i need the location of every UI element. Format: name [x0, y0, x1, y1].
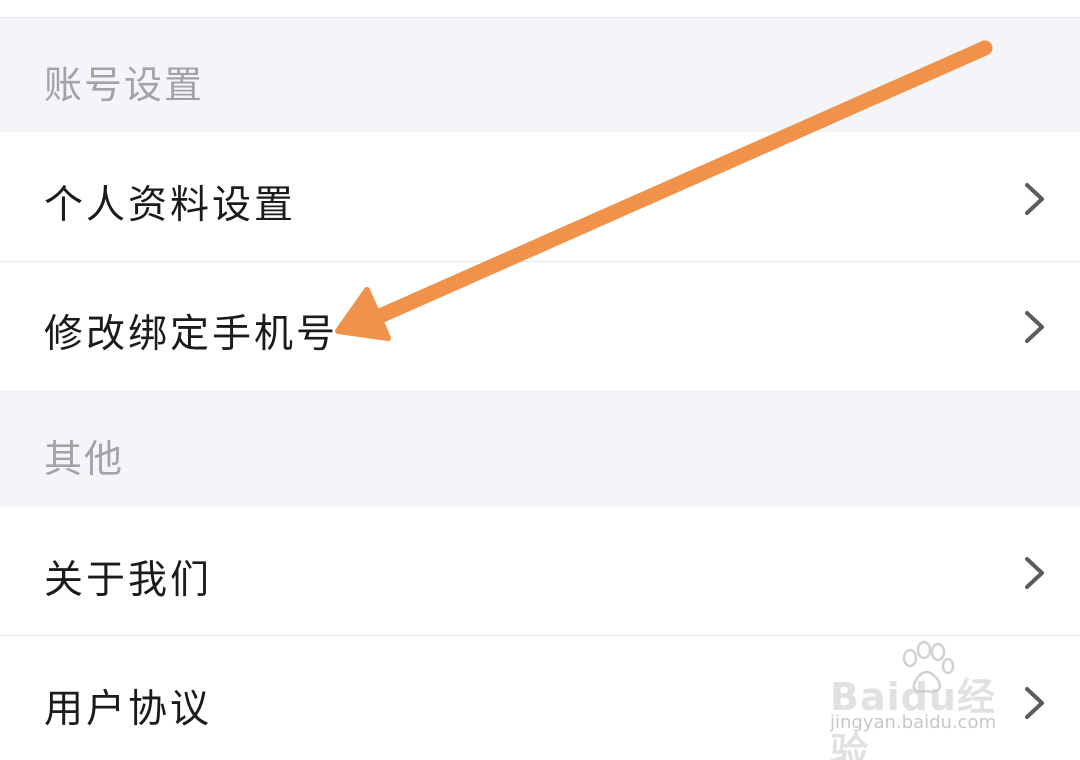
settings-screen: 账号设置 个人资料设置 修改绑定手机号 其他 关于我们 用户协议 Baidu经验… — [0, 0, 1080, 760]
section-title-other: 其他 — [44, 437, 125, 481]
chevron-right-icon — [1025, 557, 1044, 589]
list-item-label: 关于我们 — [44, 558, 213, 603]
section-header-other: 其他 — [0, 390, 1080, 507]
previous-row-edge — [0, 0, 1080, 18]
list-item-change-bound-phone[interactable]: 修改绑定手机号 — [0, 262, 1080, 390]
chevron-right-icon — [1025, 687, 1044, 719]
section-header-account: 账号设置 — [0, 18, 1080, 132]
list-item-label: 个人资料设置 — [44, 183, 297, 228]
chevron-right-icon — [1025, 183, 1044, 215]
list-item-about-us[interactable]: 关于我们 — [0, 507, 1080, 635]
list-item-profile-settings[interactable]: 个人资料设置 — [0, 132, 1080, 261]
chevron-right-icon — [1025, 311, 1044, 343]
list-item-label: 用户协议 — [44, 687, 213, 732]
list-item-user-agreement[interactable]: 用户协议 — [0, 636, 1080, 760]
list-item-label: 修改绑定手机号 — [44, 312, 339, 357]
section-title-account: 账号设置 — [44, 63, 205, 107]
